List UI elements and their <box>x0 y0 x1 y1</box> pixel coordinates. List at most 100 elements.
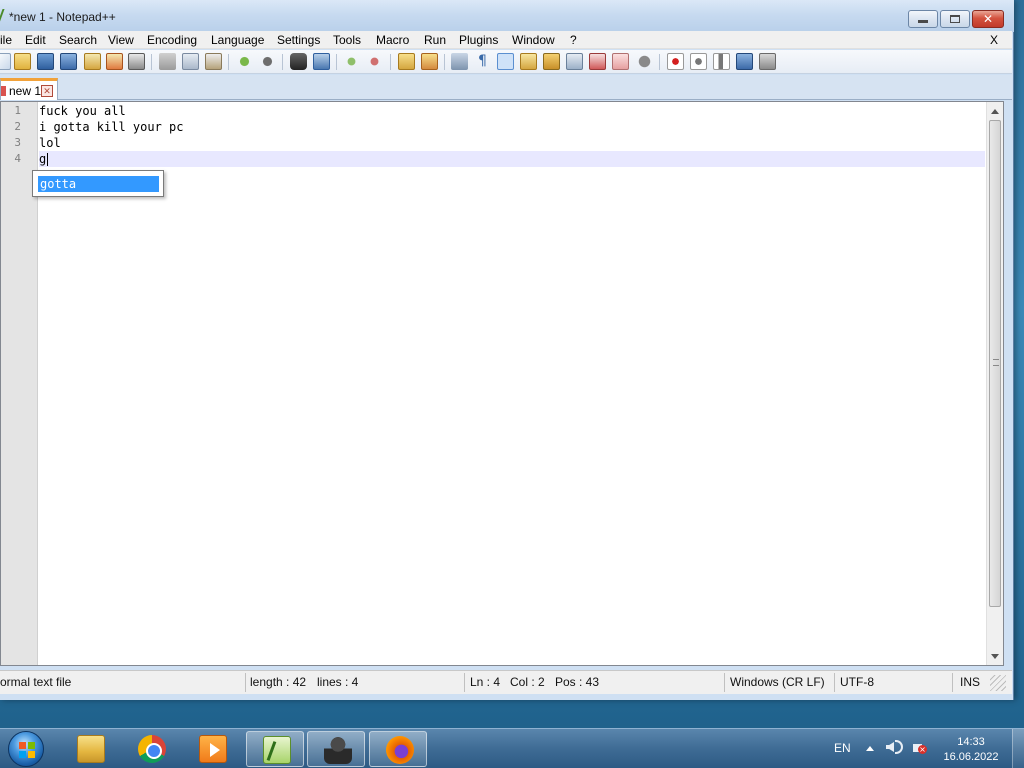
tab-close-icon[interactable]: ✕ <box>41 85 53 97</box>
redo-icon[interactable] <box>259 53 276 70</box>
tab-new-1[interactable]: new 1 ✕ <box>0 78 58 100</box>
code-line[interactable]: g <box>39 152 46 166</box>
menu-edit[interactable]: Edit <box>25 33 46 47</box>
menu-view[interactable]: View <box>108 33 134 47</box>
status-bar: ormal text file length : 42 lines : 4 Ln… <box>0 670 1012 694</box>
status-separator <box>834 673 835 692</box>
monitoring-icon[interactable] <box>636 53 653 70</box>
close-icon: ✕ <box>982 12 994 26</box>
new-file-icon[interactable] <box>0 53 11 70</box>
user-language-icon[interactable] <box>520 53 537 70</box>
macro-record-icon[interactable] <box>667 53 684 70</box>
close-all-icon[interactable] <box>106 53 123 70</box>
paste-icon[interactable] <box>205 53 222 70</box>
status-separator <box>464 673 465 692</box>
sync-vertical-icon[interactable] <box>398 53 415 70</box>
macro-run-multiple-icon[interactable] <box>736 53 753 70</box>
show-hidden-icons-icon[interactable] <box>866 746 874 751</box>
document-list-icon[interactable] <box>566 53 583 70</box>
status-separator <box>952 673 953 692</box>
volume-icon[interactable] <box>886 742 894 752</box>
taskbar-chrome-button[interactable] <box>122 731 180 767</box>
cut-icon[interactable] <box>159 53 176 70</box>
show-all-characters-icon[interactable]: ¶ <box>474 53 491 70</box>
menu-file[interactable]: ile <box>0 33 12 47</box>
menu-run[interactable]: Run <box>424 33 446 47</box>
resize-grip-icon[interactable] <box>990 675 1006 691</box>
print-icon[interactable] <box>128 53 145 70</box>
tab-label: new 1 <box>9 84 42 98</box>
menu-search[interactable]: Search <box>59 33 97 47</box>
taskbar-firefox-button[interactable] <box>369 731 427 767</box>
menu-encoding[interactable]: Encoding <box>147 33 197 47</box>
taskbar-chess-button[interactable] <box>307 731 365 767</box>
folder-as-workspace-icon[interactable] <box>612 53 629 70</box>
toolbar-separator <box>444 54 445 70</box>
toolbar-separator <box>282 54 283 70</box>
menu-help[interactable]: ? <box>570 33 577 47</box>
tab-bar: new 1 ✕ <box>0 75 1012 100</box>
start-button[interactable] <box>8 731 44 767</box>
clock-date[interactable]: 16.06.2022 <box>931 751 1011 763</box>
zoom-out-icon[interactable] <box>366 53 383 70</box>
menu-settings[interactable]: Settings <box>277 33 320 47</box>
menu-language[interactable]: Language <box>211 33 264 47</box>
network-disconnected-icon: × <box>918 745 927 754</box>
replace-icon[interactable] <box>313 53 330 70</box>
notepadpp-app-icon[interactable] <box>0 9 9 23</box>
clock-time[interactable]: 14:33 <box>931 736 1011 748</box>
vertical-scrollbar[interactable] <box>986 102 1003 665</box>
minimize-button[interactable] <box>908 10 938 28</box>
show-desktop-button[interactable] <box>1012 729 1024 768</box>
title-bar[interactable]: *new 1 - Notepad++ ✕ <box>0 0 1014 32</box>
minimize-icon <box>918 20 928 23</box>
autocomplete-item-selected[interactable]: gotta <box>38 176 159 192</box>
macro-play-icon[interactable] <box>713 53 730 70</box>
menu-macro[interactable]: Macro <box>376 33 409 47</box>
status-pos: Pos : 43 <box>555 675 600 689</box>
language-indicator[interactable]: EN <box>834 741 851 755</box>
scroll-down-icon[interactable] <box>991 654 999 659</box>
scrollbar-grip-icon <box>993 359 999 366</box>
save-all-icon[interactable] <box>60 53 77 70</box>
indent-guide-icon[interactable] <box>497 53 514 70</box>
macro-save-icon[interactable] <box>759 53 776 70</box>
taskbar-media-player-button[interactable] <box>183 731 241 767</box>
taskbar-explorer-button[interactable] <box>61 731 119 767</box>
autocomplete-popup: gotta <box>32 170 164 197</box>
maximize-button[interactable] <box>940 10 970 28</box>
menu-plugins[interactable]: Plugins <box>459 33 498 47</box>
code-line[interactable]: fuck you all <box>39 104 126 118</box>
zoom-in-icon[interactable] <box>343 53 360 70</box>
word-wrap-icon[interactable] <box>451 53 468 70</box>
status-eol[interactable]: Windows (CR LF) <box>730 675 825 689</box>
toolbar-separator <box>659 54 660 70</box>
menu-tools[interactable]: Tools <box>333 33 361 47</box>
menu-window[interactable]: Window <box>512 33 555 47</box>
save-icon[interactable] <box>37 53 54 70</box>
status-separator <box>724 673 725 692</box>
macro-stop-icon[interactable] <box>690 53 707 70</box>
scrollbar-thumb[interactable] <box>989 120 1001 607</box>
copy-icon[interactable] <box>182 53 199 70</box>
status-encoding[interactable]: UTF-8 <box>840 675 874 689</box>
close-file-icon[interactable] <box>84 53 101 70</box>
find-icon[interactable] <box>290 53 307 70</box>
media-player-icon <box>199 735 227 763</box>
undo-icon[interactable] <box>236 53 253 70</box>
scroll-up-icon[interactable] <box>991 109 999 114</box>
code-line[interactable]: i gotta kill your pc <box>39 120 184 134</box>
chess-icon <box>324 736 352 764</box>
function-list-icon[interactable] <box>589 53 606 70</box>
close-window-button[interactable]: ✕ <box>972 10 1004 28</box>
close-document-button[interactable]: X <box>990 33 998 47</box>
editor-area[interactable]: 1 2 3 4 fuck you all i gotta kill your p… <box>0 101 1004 666</box>
open-file-icon[interactable] <box>14 53 31 70</box>
code-line[interactable]: lol <box>39 136 61 150</box>
notepadpp-window: *new 1 - Notepad++ ✕ ile Edit Search Vie… <box>0 0 1014 700</box>
sync-horizontal-icon[interactable] <box>421 53 438 70</box>
status-insert-mode[interactable]: INS <box>960 675 980 689</box>
document-map-icon[interactable] <box>543 53 560 70</box>
taskbar: EN × 14:33 16.06.2022 <box>0 728 1024 768</box>
taskbar-notepadpp-button[interactable] <box>246 731 304 767</box>
